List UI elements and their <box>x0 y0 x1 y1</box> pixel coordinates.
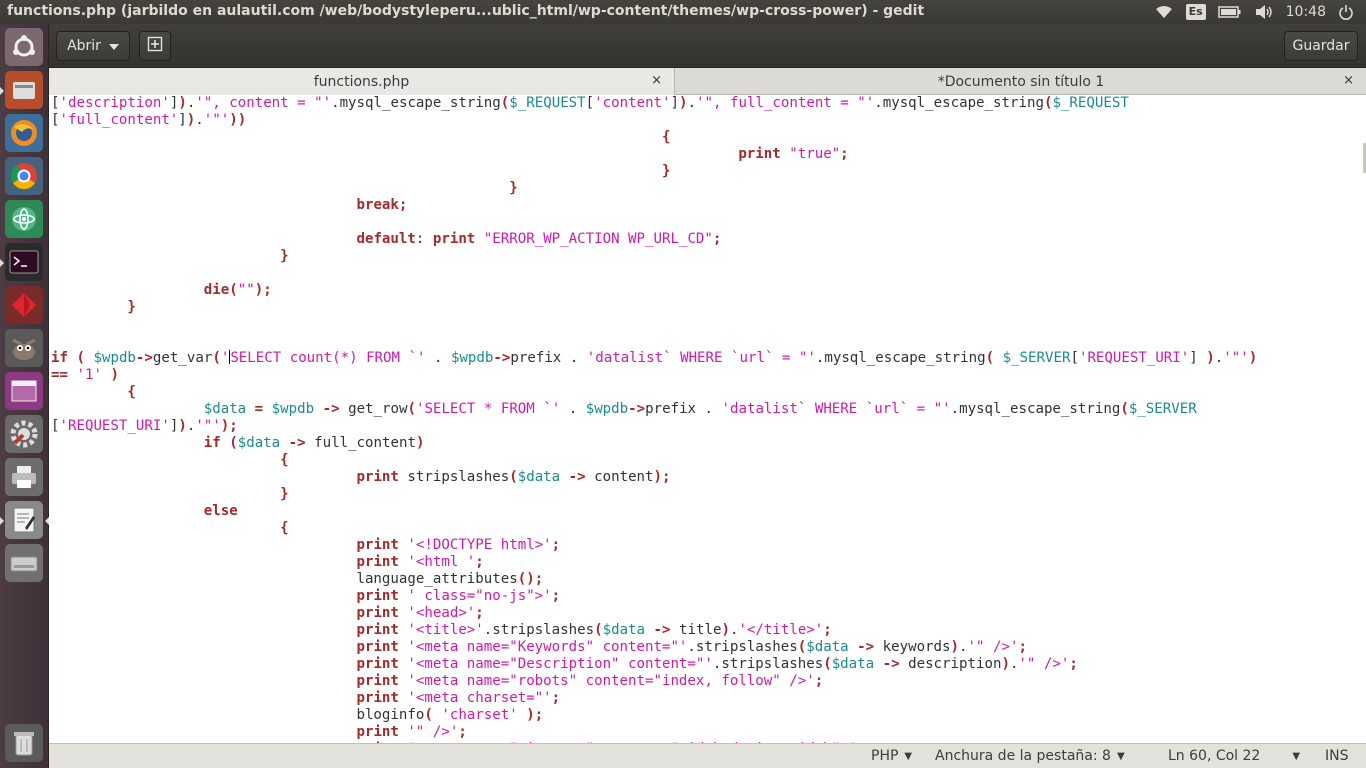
tab-untitled-document[interactable]: *Documento sin título 1 × <box>676 68 1366 95</box>
printer-icon[interactable] <box>5 458 43 496</box>
code-editor[interactable]: ['description']).'", content = "'.mysql_… <box>49 95 1366 743</box>
code-line[interactable] <box>51 265 1257 282</box>
code-text[interactable]: ['description']).'", content = "'.mysql_… <box>51 95 1257 743</box>
code-line[interactable]: print '<title>'.stripslashes($data -> ti… <box>51 622 1257 639</box>
chevron-down-icon: ▼ <box>904 750 913 762</box>
code-line[interactable]: print '<meta name="Keywords" content="'.… <box>51 639 1257 656</box>
chevron-down-icon: ▼ <box>1116 750 1125 762</box>
terminal-icon[interactable] <box>0 243 43 281</box>
text-editor-icon[interactable] <box>0 501 49 539</box>
code-line[interactable]: { <box>51 384 1257 401</box>
code-line[interactable]: print '<meta charset="'; <box>51 690 1257 707</box>
window-title: functions.php (jarbildo en aulautil.com … <box>7 3 925 19</box>
code-line[interactable]: print '" />'; <box>51 724 1257 741</box>
code-line[interactable]: if ($data -> full_content) <box>51 435 1257 452</box>
code-line[interactable]: print '<meta name="robots" content="inde… <box>51 673 1257 690</box>
cursor-position-label: Ln 60, Col 22 <box>1168 748 1261 764</box>
settings-icon[interactable] <box>5 415 43 453</box>
ruby-icon[interactable] <box>5 286 43 324</box>
header-bar: Abrir Guardar <box>49 24 1366 68</box>
code-line[interactable]: die(""); <box>51 282 1257 299</box>
tab-label: functions.php <box>313 73 410 90</box>
tab-width-selector[interactable]: Anchura de la pestaña: 8 ▼ <box>935 748 1125 764</box>
open-button[interactable]: Abrir <box>56 31 130 61</box>
code-line[interactable]: language_attributes(); <box>51 571 1257 588</box>
code-line[interactable]: ['full_content']).'"')) <box>51 112 1257 129</box>
code-line[interactable]: } <box>51 163 1257 180</box>
code-line[interactable]: break; <box>51 197 1257 214</box>
code-line[interactable] <box>51 316 1257 333</box>
code-line[interactable]: == '1' ) <box>51 367 1257 384</box>
code-line[interactable]: print stripslashes($data -> content); <box>51 469 1257 486</box>
code-line[interactable]: if ( $wpdb->get_var('SELECT count(*) FRO… <box>51 350 1257 367</box>
new-document-button[interactable] <box>139 31 171 61</box>
tab-width-label: Anchura de la pestaña: 8 <box>935 748 1111 764</box>
code-line[interactable]: print '<meta name="Description" content=… <box>51 656 1257 673</box>
chevron-down-icon: ▼ <box>1292 750 1301 762</box>
code-line[interactable]: print ' class="no-js">'; <box>51 588 1257 605</box>
trash-icon[interactable] <box>5 724 43 762</box>
tab-bar: functions.php × *Documento sin título 1 … <box>49 68 1366 95</box>
keyboard-layout-indicator[interactable]: Es <box>1185 4 1206 20</box>
code-line[interactable]: ['REQUEST_URI']).'"'); <box>51 418 1257 435</box>
code-line[interactable]: else <box>51 503 1257 520</box>
code-line[interactable]: } <box>51 180 1257 197</box>
save-button[interactable]: Guardar <box>1284 31 1358 61</box>
code-line[interactable]: print '<html '; <box>51 554 1257 571</box>
code-line[interactable] <box>51 214 1257 231</box>
code-line[interactable]: print '<!DOCTYPE html>'; <box>51 537 1257 554</box>
code-line[interactable] <box>51 333 1257 350</box>
open-button-label: Abrir <box>67 38 101 54</box>
atom-icon[interactable] <box>5 200 43 238</box>
launcher <box>0 24 49 768</box>
code-line[interactable]: print '<head>'; <box>51 605 1257 622</box>
code-line[interactable]: { <box>51 452 1257 469</box>
code-line[interactable]: ['description']).'", content = "'.mysql_… <box>51 95 1257 112</box>
chrome-icon[interactable] <box>5 157 43 195</box>
volume-icon[interactable] <box>1254 2 1274 22</box>
wifi-icon[interactable] <box>1154 2 1174 22</box>
close-icon[interactable]: × <box>1343 73 1354 88</box>
power-icon[interactable] <box>1338 2 1354 22</box>
tab-functions-php[interactable]: functions.php × <box>49 68 675 95</box>
dash-icon[interactable] <box>5 28 43 66</box>
files-icon[interactable] <box>0 71 43 109</box>
close-icon[interactable]: × <box>651 73 662 88</box>
battery-icon[interactable] <box>1217 2 1242 22</box>
code-line[interactable]: { <box>51 129 1257 146</box>
firefox-icon[interactable] <box>5 114 43 152</box>
code-line[interactable]: { <box>51 520 1257 537</box>
code-line[interactable]: bloginfo( 'charset' ); <box>51 707 1257 724</box>
new-tab-icon <box>147 36 163 56</box>
clock[interactable]: 10:48 <box>1286 2 1326 22</box>
code-line[interactable]: } <box>51 299 1257 316</box>
disk-icon[interactable] <box>5 544 43 582</box>
code-line[interactable]: } <box>51 486 1257 503</box>
code-line[interactable]: default: print "ERROR_WP_ACTION WP_URL_C… <box>51 231 1257 248</box>
code-line[interactable]: $data = $wpdb -> get_row('SELECT * FROM … <box>51 401 1257 418</box>
code-line[interactable]: print "true"; <box>51 146 1257 163</box>
workspace-icon[interactable] <box>5 372 43 410</box>
code-line[interactable]: } <box>51 248 1257 265</box>
chevron-down-icon <box>108 38 119 54</box>
language-label: PHP <box>871 748 899 764</box>
cursor-position[interactable]: Ln 60, Col 22 ▼ <box>1168 748 1300 764</box>
status-bar: PHP ▼ Anchura de la pestaña: 8 ▼ Ln 60, Co… <box>49 743 1366 768</box>
language-selector[interactable]: PHP ▼ <box>871 748 912 764</box>
top-panel: functions.php (jarbildo en aulautil.com … <box>0 0 1366 24</box>
tab-label: *Documento sin título 1 <box>937 73 1105 90</box>
gimp-icon[interactable] <box>5 329 43 367</box>
insert-mode: INS <box>1325 748 1349 764</box>
